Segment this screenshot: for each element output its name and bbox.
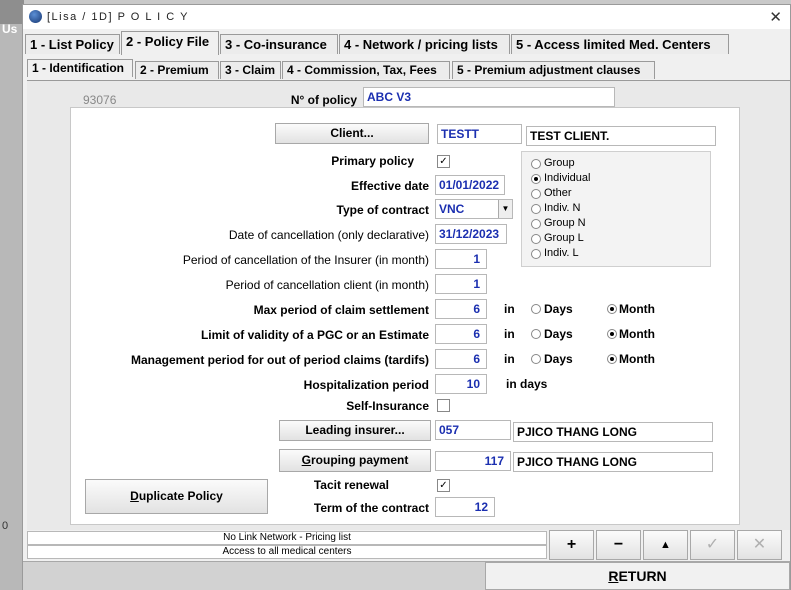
access-status-text: Access to all medical centers	[27, 545, 547, 559]
return-button[interactable]: RETURN	[485, 562, 790, 590]
client-type-indiv-n-radio[interactable]	[531, 204, 541, 214]
subtab-commission-tax-fees[interactable]: 4 - Commission, Tax, Fees	[282, 61, 450, 79]
client-type-group-n-label: Group N	[544, 217, 586, 229]
subtab-premium-adjustment-clauses[interactable]: 5 - Premium adjustment clauses	[452, 61, 655, 79]
title-bar: [Lisa / 1D] P O L I C Y ✕	[23, 5, 790, 29]
tab-policy-file[interactable]: 2 - Policy File	[121, 31, 219, 55]
policy-number-label: N° of policy	[290, 93, 357, 107]
mgmt-period-label: Management period for out of period clai…	[130, 353, 429, 367]
mgmt-period-days-label: Days	[544, 352, 573, 366]
app-globe-icon	[29, 10, 42, 23]
subtab-claim[interactable]: 3 - Claim	[220, 61, 281, 79]
policy-code: 93076	[83, 93, 117, 107]
period-client-label: Period of cancellation client (in month)	[225, 278, 429, 292]
leading-insurer-button[interactable]: Leading insurer...	[279, 420, 431, 441]
max-claim-days-radio[interactable]	[531, 304, 541, 314]
window-title: [Lisa / 1D] P O L I C Y	[47, 11, 189, 23]
grouping-payment-button[interactable]: Grouping payment	[279, 449, 431, 472]
hospitalization-field[interactable]: 10	[435, 374, 487, 394]
primary-policy-checkbox[interactable]: ✓	[437, 155, 450, 168]
cancel-button[interactable]: ✕	[737, 530, 782, 560]
client-type-individual-label: Individual	[544, 172, 591, 184]
close-icon[interactable]: ✕	[769, 8, 782, 26]
background-window-label: Us	[2, 22, 18, 36]
client-type-group-l-label: Group L	[544, 232, 584, 244]
background-window: Us 0	[0, 0, 24, 590]
max-claim-in-label: in	[504, 302, 515, 316]
client-type-indiv-l-radio[interactable]	[531, 249, 541, 259]
client-type-indiv-n-label: Indiv. N	[544, 202, 581, 214]
client-code-field[interactable]: TESTT	[437, 124, 522, 144]
client-type-group-n-radio[interactable]	[531, 219, 541, 229]
subtab-identification[interactable]: 1 - Identification	[27, 59, 133, 77]
max-claim-month-label: Month	[619, 302, 655, 316]
hospitalization-unit: in days	[506, 377, 548, 391]
client-button[interactable]: Client...	[275, 123, 429, 144]
policy-number-field[interactable]: ABC V3	[363, 87, 615, 107]
client-type-indiv-l-label: Indiv. L	[544, 247, 579, 259]
type-of-contract-label: Type of contract	[336, 203, 429, 217]
max-claim-field[interactable]: 6	[435, 299, 487, 319]
max-claim-days-label: Days	[544, 302, 573, 316]
type-of-contract-select[interactable]: VNC ▼	[435, 199, 513, 219]
period-client-field[interactable]: 1	[435, 274, 487, 294]
type-of-contract-value: VNC	[439, 202, 465, 216]
grouping-payment-name-field: PJICO THANG LONG	[513, 452, 713, 472]
mgmt-period-in-label: in	[504, 352, 515, 366]
date-cancellation-field[interactable]: 31/12/2023	[435, 224, 507, 244]
background-window-bottom-label: 0	[2, 520, 9, 532]
period-insurer-label: Period of cancellation of the Insurer (i…	[182, 253, 429, 267]
term-contract-field[interactable]: 12	[435, 497, 495, 517]
background-window-titlebar	[0, 0, 24, 24]
limit-pgc-in-label: in	[504, 327, 515, 341]
date-cancellation-label: Date of cancellation (only declarative)	[228, 228, 429, 242]
mgmt-period-month-label: Month	[619, 352, 655, 366]
chevron-down-icon[interactable]: ▼	[498, 200, 512, 218]
limit-pgc-days-label: Days	[544, 327, 573, 341]
effective-date-field[interactable]: 01/01/2022	[435, 175, 505, 195]
limit-pgc-month-radio[interactable]	[607, 329, 617, 339]
client-type-group-label: Group	[544, 157, 575, 169]
mgmt-period-field[interactable]: 6	[435, 349, 487, 369]
leading-insurer-code-field[interactable]: 057	[435, 420, 511, 440]
policy-window: [Lisa / 1D] P O L I C Y ✕ 1 - List Polic…	[22, 4, 791, 590]
tab-network-pricing-lists[interactable]: 4 - Network / pricing lists	[339, 34, 510, 54]
limit-pgc-label: Limit of validity of a PGC or an Estimat…	[200, 328, 429, 342]
previous-record-button[interactable]: ▲	[643, 530, 688, 560]
validate-button[interactable]: ✓	[690, 530, 735, 560]
self-insurance-label: Self-Insurance	[346, 399, 429, 413]
period-insurer-field[interactable]: 1	[435, 249, 487, 269]
client-type-individual-radio[interactable]	[531, 174, 541, 184]
primary-policy-label: Primary policy	[331, 154, 414, 168]
tab-co-insurance[interactable]: 3 - Co-insurance	[220, 34, 338, 54]
client-type-other-label: Other	[544, 187, 572, 199]
client-name-field: TEST CLIENT.	[526, 126, 716, 146]
limit-pgc-month-label: Month	[619, 327, 655, 341]
max-claim-month-radio[interactable]	[607, 304, 617, 314]
add-record-button[interactable]: +	[549, 530, 594, 560]
leading-insurer-name-field: PJICO THANG LONG	[513, 422, 713, 442]
tab-list-policy[interactable]: 1 - List Policy	[25, 34, 120, 54]
client-type-group-radio[interactable]	[531, 159, 541, 169]
limit-pgc-days-radio[interactable]	[531, 329, 541, 339]
max-claim-label: Max period of claim settlement	[253, 303, 429, 317]
client-type-other-radio[interactable]	[531, 189, 541, 199]
grouping-payment-code-field[interactable]: 117	[435, 451, 511, 471]
tacit-renewal-label: Tacit renewal	[313, 478, 389, 492]
tab-access-limited-med-centers[interactable]: 5 - Access limited Med. Centers	[511, 34, 729, 54]
limit-pgc-field[interactable]: 6	[435, 324, 487, 344]
hospitalization-label: Hospitalization period	[303, 378, 429, 392]
effective-date-label: Effective date	[350, 179, 429, 193]
subtab-premium[interactable]: 2 - Premium	[135, 61, 219, 79]
tacit-renewal-checkbox[interactable]: ✓	[437, 479, 450, 492]
mgmt-period-days-radio[interactable]	[531, 354, 541, 364]
delete-record-button[interactable]: −	[596, 530, 641, 560]
mgmt-period-month-radio[interactable]	[607, 354, 617, 364]
client-type-group-l-radio[interactable]	[531, 234, 541, 244]
self-insurance-checkbox[interactable]	[437, 399, 450, 412]
network-status-text: No Link Network - Pricing list	[27, 531, 547, 545]
term-contract-label: Term of the contract	[313, 501, 429, 515]
